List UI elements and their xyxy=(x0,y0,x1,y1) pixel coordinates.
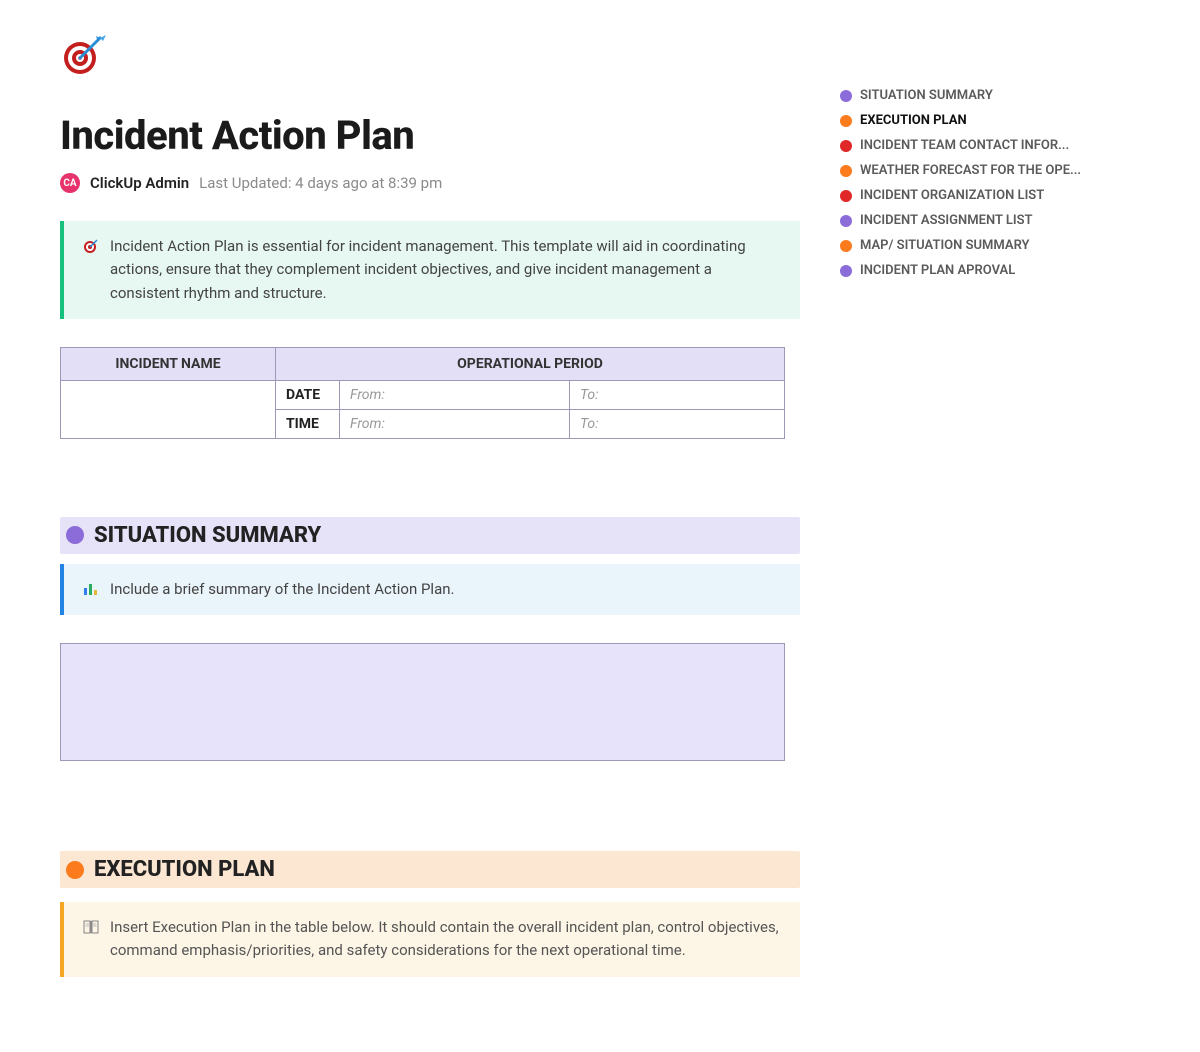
bar-chart-icon xyxy=(82,580,100,598)
time-to-cell[interactable]: To: xyxy=(570,409,785,438)
intro-callout-text: Incident Action Plan is essential for in… xyxy=(110,235,782,305)
toc-item-label: INCIDENT ORGANIZATION LIST xyxy=(860,188,1044,203)
page-title: Incident Action Plan xyxy=(60,112,800,159)
section-header-execution[interactable]: EXECUTION PLAN xyxy=(60,851,800,888)
date-from-cell[interactable]: From: xyxy=(340,380,570,409)
th-operational-period: OPERATIONAL PERIOD xyxy=(276,347,785,380)
toc-item[interactable]: EXECUTION PLAN xyxy=(840,113,1140,128)
toc-item[interactable]: MAP/ SITUATION SUMMARY xyxy=(840,238,1140,253)
dot-icon xyxy=(66,526,84,544)
target-icon xyxy=(60,30,800,82)
toc-item-label: SITUATION SUMMARY xyxy=(860,88,993,103)
table-of-contents: SITUATION SUMMARY EXECUTION PLAN INCIDENT … xyxy=(840,88,1160,278)
section-header-situation[interactable]: SITUATION SUMMARY xyxy=(60,517,800,554)
execution-hint-text: Insert Execution Plan in the table below… xyxy=(110,916,782,963)
row-time-label: TIME xyxy=(276,409,340,438)
dot-icon xyxy=(840,165,852,177)
doc-meta: CA ClickUp Admin Last Updated: 4 days ag… xyxy=(60,173,800,193)
toc-item-label: INCIDENT PLAN APROVAL xyxy=(860,263,1015,278)
toc-item[interactable]: INCIDENT TEAM CONTACT INFOR... xyxy=(840,138,1140,153)
dot-icon xyxy=(840,90,852,102)
dot-icon xyxy=(840,190,852,202)
toc-item-label: INCIDENT TEAM CONTACT INFOR... xyxy=(860,138,1069,153)
dot-icon xyxy=(840,115,852,127)
date-to-cell[interactable]: To: xyxy=(570,380,785,409)
target-icon xyxy=(82,237,100,255)
toc-item-label: EXECUTION PLAN xyxy=(860,113,967,128)
situation-summary-input[interactable] xyxy=(60,643,785,761)
toc-item[interactable]: SITUATION SUMMARY xyxy=(840,88,1140,103)
th-incident-name: INCIDENT NAME xyxy=(61,347,276,380)
toc-item[interactable]: WEATHER FORECAST FOR THE OPE... xyxy=(840,163,1140,178)
toc-item[interactable]: INCIDENT ASSIGNMENT LIST xyxy=(840,213,1140,228)
dot-icon xyxy=(840,265,852,277)
section-title: SITUATION SUMMARY xyxy=(94,523,321,548)
toc-item[interactable]: INCIDENT PLAN APROVAL xyxy=(840,263,1140,278)
situation-hint-text: Include a brief summary of the Incident … xyxy=(110,578,454,601)
incident-info-table: INCIDENT NAME OPERATIONAL PERIOD DATE Fr… xyxy=(60,347,785,439)
dot-icon xyxy=(840,240,852,252)
execution-hint-callout: Insert Execution Plan in the table below… xyxy=(60,902,800,977)
author-name: ClickUp Admin xyxy=(90,174,189,192)
incident-name-cell[interactable] xyxy=(61,380,276,438)
last-updated: Last Updated: 4 days ago at 8:39 pm xyxy=(199,174,442,192)
book-icon xyxy=(82,918,100,936)
toc-item-label: WEATHER FORECAST FOR THE OPE... xyxy=(860,163,1081,178)
dot-icon xyxy=(840,215,852,227)
situation-hint-callout: Include a brief summary of the Incident … xyxy=(60,564,800,615)
author-avatar: CA xyxy=(60,173,80,193)
toc-item[interactable]: INCIDENT ORGANIZATION LIST xyxy=(840,188,1140,203)
dot-icon xyxy=(66,861,84,879)
intro-callout: Incident Action Plan is essential for in… xyxy=(60,221,800,319)
row-date-label: DATE xyxy=(276,380,340,409)
toc-item-label: MAP/ SITUATION SUMMARY xyxy=(860,238,1030,253)
time-from-cell[interactable]: From: xyxy=(340,409,570,438)
dot-icon xyxy=(840,140,852,152)
section-title: EXECUTION PLAN xyxy=(94,857,275,882)
toc-item-label: INCIDENT ASSIGNMENT LIST xyxy=(860,213,1033,228)
